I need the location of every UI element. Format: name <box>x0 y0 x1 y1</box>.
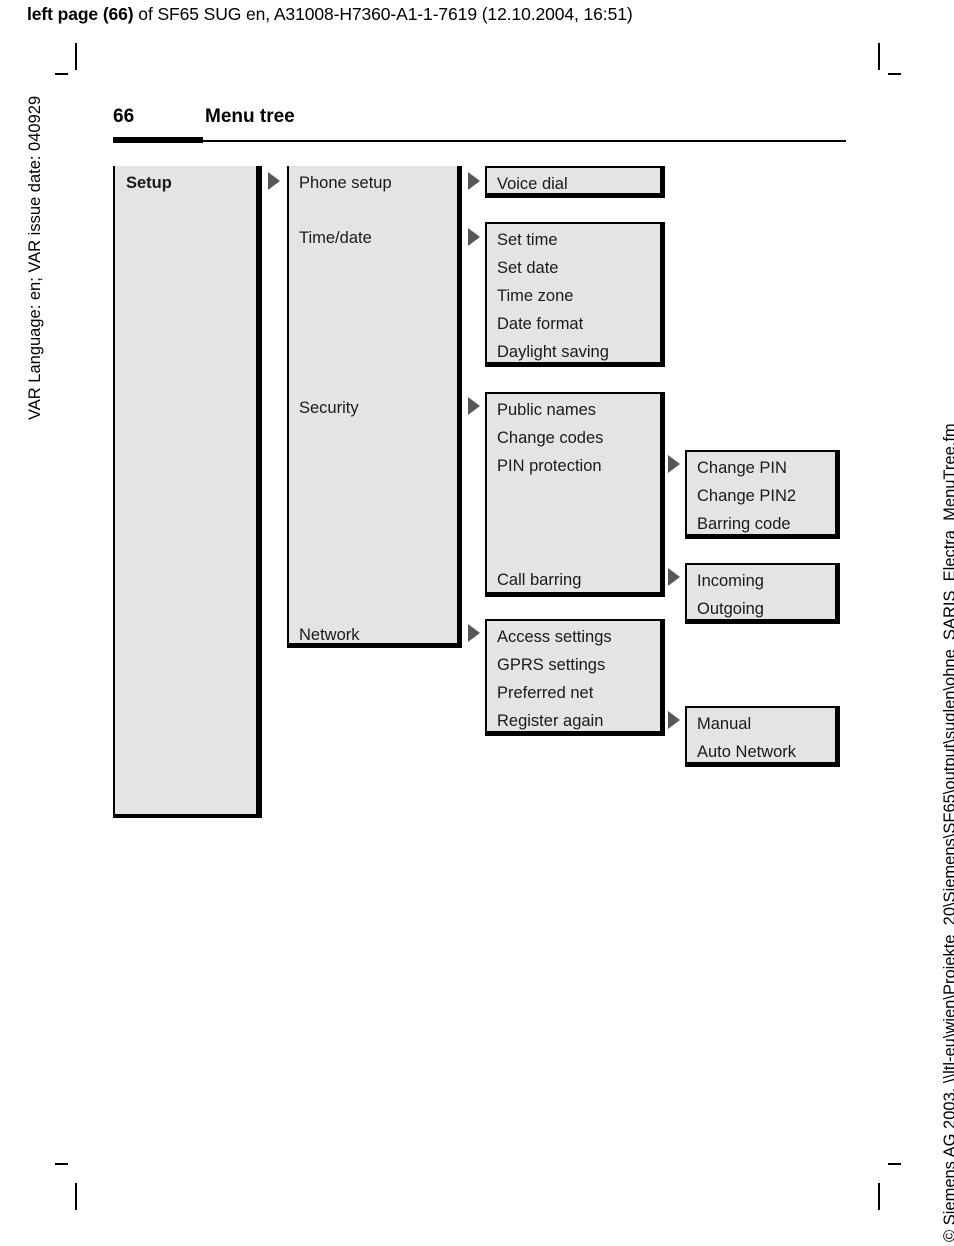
crop-mark-top-right-horizontal <box>888 73 901 75</box>
header-rule-thick <box>113 137 203 143</box>
menu-item-network[interactable]: Network <box>299 627 360 644</box>
menu-item-gprs-settings[interactable]: GPRS settings <box>497 657 605 674</box>
menu-item-voice-dial[interactable]: Voice dial <box>497 176 568 193</box>
menu-box-setup-bottom-edge <box>113 814 262 818</box>
menu-box-level1[interactable]: Phone setup Time/date Security Network <box>287 166 462 648</box>
page-number: 66 <box>113 106 135 127</box>
menu-item-daylight-saving[interactable]: Daylight saving <box>497 344 609 361</box>
menu-item-access-settings[interactable]: Access settings <box>497 629 612 646</box>
arrow-pin-protection-to-change-pin <box>668 455 680 473</box>
menu-item-set-time[interactable]: Set time <box>497 232 558 249</box>
menu-item-change-codes[interactable]: Change codes <box>497 430 603 447</box>
menu-item-setup[interactable]: Setup <box>126 175 172 192</box>
menu-box-register-again-submenu[interactable]: Manual Auto Network <box>685 706 840 767</box>
menu-item-barring-code[interactable]: Barring code <box>697 516 791 533</box>
menu-item-phone-setup[interactable]: Phone setup <box>299 175 392 192</box>
print-header-page-label: left page (66) <box>27 4 134 24</box>
arrow-security-to-public-names <box>468 397 480 415</box>
crop-mark-bottom-right-vertical <box>878 1183 880 1210</box>
menu-item-time-zone[interactable]: Time zone <box>497 288 573 305</box>
menu-item-date-format[interactable]: Date format <box>497 316 583 333</box>
menu-box-time-date-submenu[interactable]: Set time Set date Time zone Date format … <box>485 222 665 367</box>
menu-item-security[interactable]: Security <box>299 400 359 417</box>
arrow-time-date-to-set-time <box>468 228 480 246</box>
menu-item-set-date[interactable]: Set date <box>497 260 558 277</box>
menu-item-time-date[interactable]: Time/date <box>299 230 372 247</box>
header-rule-thin <box>203 140 846 142</box>
menu-box-network-submenu[interactable]: Access settings GPRS settings Preferred … <box>485 619 665 736</box>
crop-mark-bottom-right-horizontal <box>888 1163 901 1165</box>
arrow-register-again-to-manual <box>668 711 680 729</box>
left-margin-var-text: VAR Language: en; VAR issue date: 040929 <box>26 95 44 420</box>
arrow-call-barring-to-incoming <box>668 568 680 586</box>
menu-box-setup[interactable]: Setup <box>113 166 262 818</box>
menu-box-phone-setup-submenu[interactable]: Voice dial <box>485 166 665 198</box>
menu-box-call-barring-submenu[interactable]: Incoming Outgoing <box>685 563 840 624</box>
menu-item-public-names[interactable]: Public names <box>497 402 596 419</box>
print-header-doc-info: of SF65 SUG en, A31008-H7360-A1-1-7619 (… <box>133 4 633 24</box>
menu-item-change-pin[interactable]: Change PIN <box>697 460 787 477</box>
menu-item-change-pin2[interactable]: Change PIN2 <box>697 488 796 505</box>
crop-mark-top-left-vertical <box>75 43 77 70</box>
crop-mark-top-left-horizontal <box>55 73 68 75</box>
crop-mark-top-right-vertical <box>878 43 880 70</box>
arrow-network-to-access-settings <box>468 624 480 642</box>
menu-box-pin-protection-submenu[interactable]: Change PIN Change PIN2 Barring code <box>685 450 840 539</box>
menu-item-manual[interactable]: Manual <box>697 716 751 733</box>
arrow-phone-setup-to-voice-dial <box>468 172 480 190</box>
print-header: left page (66) of SF65 SUG en, A31008-H7… <box>27 4 633 25</box>
crop-mark-bottom-left-vertical <box>75 1183 77 1210</box>
crop-mark-bottom-left-horizontal <box>55 1163 68 1165</box>
menu-item-preferred-net[interactable]: Preferred net <box>497 685 593 702</box>
menu-item-auto-network[interactable]: Auto Network <box>697 744 796 761</box>
menu-box-security-submenu[interactable]: Public names Change codes PIN protection… <box>485 392 665 597</box>
menu-item-register-again[interactable]: Register again <box>497 713 603 730</box>
menu-item-incoming[interactable]: Incoming <box>697 573 764 590</box>
arrow-setup-to-phone-setup <box>268 172 280 190</box>
page-title: Menu tree <box>205 106 295 127</box>
menu-item-pin-protection[interactable]: PIN protection <box>497 458 602 475</box>
right-margin-source-path: © Siemens AG 2003, \\ltl-eu\wien\Projekt… <box>941 423 954 1242</box>
menu-item-call-barring[interactable]: Call barring <box>497 572 581 589</box>
menu-item-outgoing[interactable]: Outgoing <box>697 601 764 618</box>
